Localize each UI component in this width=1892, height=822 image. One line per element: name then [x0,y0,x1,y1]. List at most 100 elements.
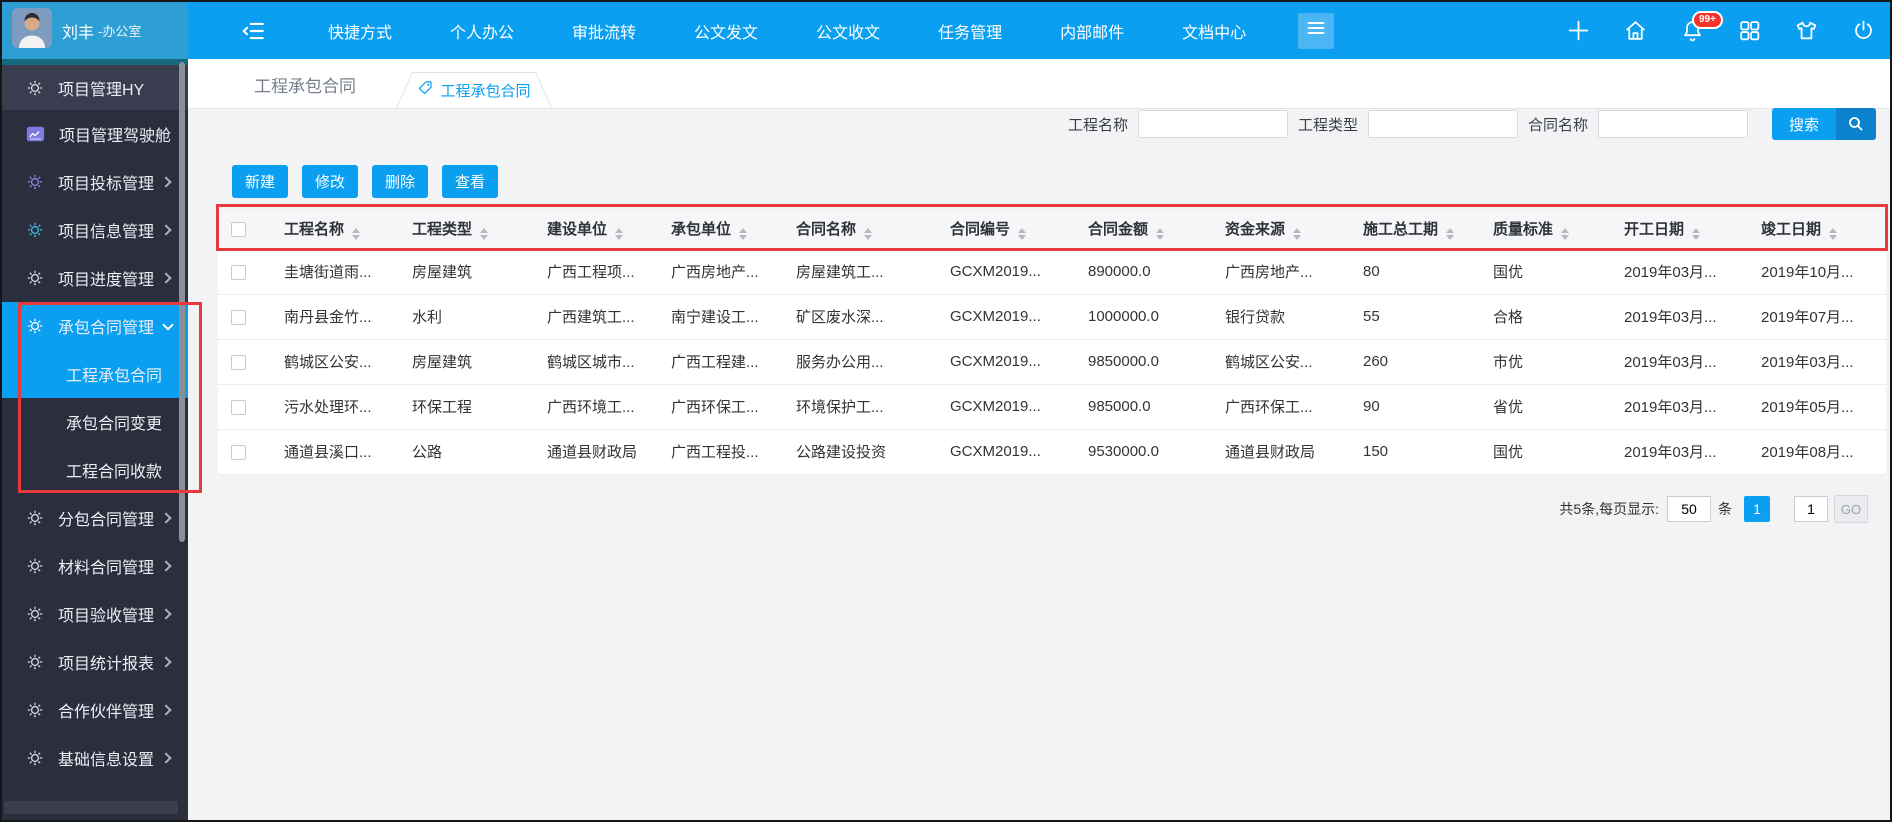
table-row[interactable]: 南丹县金竹...水利 广西建筑工...南宁建设工... 矿区废水深...GCXM… [218,294,1886,339]
sidebar-item-label: 项目信息管理 [58,218,154,242]
row-checkbox[interactable] [231,310,246,325]
sidebar-item-label: 基础信息设置 [58,746,154,770]
search-button-label: 搜索 [1772,108,1836,140]
row-checkbox[interactable] [231,355,246,370]
table-row[interactable]: 鹤城区公安...房屋建筑 鹤城区城市...广西工程建... 服务办公用...GC… [218,339,1886,384]
theme-shirt-icon[interactable] [1794,18,1819,43]
row-checkbox[interactable] [231,445,246,460]
sidebar-item-partner-mgmt[interactable]: 合作伙伴管理 [2,686,188,734]
search-input-contract-name[interactable] [1598,110,1748,138]
menu-item-internal-mail[interactable]: 内部邮件 [1060,19,1124,43]
column-header-contract-amount[interactable]: 合同金额 [1062,210,1199,249]
page-size-input[interactable] [1667,496,1711,522]
sort-icon [1293,228,1301,240]
user-profile[interactable]: 刘丰 -办公室 [2,2,188,59]
column-header-construction-unit[interactable]: 建设单位 [521,210,645,249]
search-input-project-type[interactable] [1368,110,1518,138]
menu-item-personal-office[interactable]: 个人办公 [450,19,514,43]
menu-item-doc-center[interactable]: 文档中心 [1182,19,1246,43]
sidebar-item-material-contract-mgmt[interactable]: 材料合同管理 [2,542,188,590]
chevron-right-icon [160,752,171,763]
sidebar-item-label: 合作伙伴管理 [58,698,154,722]
sidebar-subitem-contract-collection[interactable]: 工程合同收款 [2,446,188,494]
sidebar-nav: 项目管理HY 项目管理驾驶舱 项目投标管理 项目信息管理 项目进度管理 承包合同… [2,59,188,820]
dashboard-icon [26,126,45,142]
app-window: 刘丰 -办公室 快捷方式 个人办公 审批流转 公文发文 公文收文 任务管理 内部… [0,0,1892,822]
sidebar-scrollbar[interactable] [179,62,185,542]
column-header-contract-name[interactable]: 合同名称 [770,210,924,249]
search-icon [1836,108,1876,140]
sidebar-subitem-project-contract[interactable]: 工程承包合同 [2,350,188,398]
notification-badge: 99+ [1692,11,1723,29]
sidebar-item-subcontract-mgmt[interactable]: 分包合同管理 [2,494,188,542]
column-header-contract-no[interactable]: 合同编号 [924,210,1062,249]
column-header-completion-date[interactable]: 竣工日期 [1735,210,1886,249]
goto-page-input[interactable] [1794,496,1828,522]
column-header-start-date[interactable]: 开工日期 [1598,210,1735,249]
avatar [12,8,52,53]
table-row[interactable]: 圭塘街道雨...房屋建筑 广西工程项...广西房地产... 房屋建筑工...GC… [218,249,1886,294]
search-input-project-name[interactable] [1138,110,1288,138]
go-button[interactable]: GO [1834,495,1868,523]
table-row[interactable]: 污水处理环...环保工程 广西环境工...广西环保工... 环境保护工...GC… [218,384,1886,429]
column-header-total-duration[interactable]: 施工总工期 [1337,210,1467,249]
chevron-right-icon [160,704,171,715]
column-header-quality-standard[interactable]: 质量标准 [1467,210,1598,249]
home-icon[interactable] [1623,18,1648,43]
edit-button[interactable]: 修改 [302,165,358,198]
new-button[interactable]: 新建 [232,165,288,198]
sidebar-item-dashboard[interactable]: 项目管理驾驶舱 [2,110,188,158]
notifications-bell-icon[interactable]: 99+ [1680,18,1705,43]
sidebar-item-acceptance-mgmt[interactable]: 项目验收管理 [2,590,188,638]
apps-grid-icon[interactable] [1737,18,1762,43]
column-header-contractor-unit[interactable]: 承包单位 [645,210,770,249]
chevron-right-icon [160,272,171,283]
column-header-fund-source[interactable]: 资金来源 [1199,210,1337,249]
contracts-table: 工程名称 工程类型 建设单位 承包单位 合同名称 合同编号 合同金额 资金来源 … [218,210,1886,475]
top-bar: 刘丰 -办公室 快捷方式 个人办公 审批流转 公文发文 公文收文 任务管理 内部… [2,2,1890,59]
sidebar-item-project-info-mgmt[interactable]: 项目信息管理 [2,206,188,254]
chevron-right-icon [160,512,171,523]
sidebar-item-label: 承包合同变更 [66,410,162,434]
delete-button[interactable]: 删除 [372,165,428,198]
more-menu-button[interactable] [1298,13,1334,49]
sidebar-item-label: 材料合同管理 [58,554,154,578]
select-all-checkbox[interactable] [231,222,246,237]
menu-item-doc-dispatch[interactable]: 公文发文 [694,19,758,43]
sidebar-item-basic-settings[interactable]: 基础信息设置 [2,734,188,782]
view-button[interactable]: 查看 [442,165,498,198]
search-button[interactable]: 搜索 [1772,108,1876,140]
add-icon[interactable] [1566,18,1591,43]
sidebar-subitem-contract-change[interactable]: 承包合同变更 [2,398,188,446]
gear-icon [26,269,44,287]
sidebar-item-bidding-mgmt[interactable]: 项目投标管理 [2,158,188,206]
row-checkbox[interactable] [231,400,246,415]
sidebar-item-progress-mgmt[interactable]: 项目进度管理 [2,254,188,302]
menu-item-shortcuts[interactable]: 快捷方式 [328,19,392,43]
chevron-right-icon [160,656,171,667]
sidebar-item-label: 项目统计报表 [58,650,154,674]
tab-project-contract[interactable]: 工程承包合同 [396,72,552,108]
table-row[interactable]: 通道县溪口...公路 通道县财政局广西工程投... 公路建设投资GCXM2019… [218,429,1886,474]
sidebar-item-project-mgmt-hy[interactable]: 项目管理HY [2,65,188,110]
sidebar-item-statistics-reports[interactable]: 项目统计报表 [2,638,188,686]
sort-icon [1692,228,1700,240]
gear-icon [26,221,44,239]
menu-fold-icon[interactable] [240,18,266,44]
menu-item-doc-receive[interactable]: 公文收文 [816,19,880,43]
sort-icon [864,228,872,240]
menu-item-approval-flow[interactable]: 审批流转 [572,19,636,43]
power-logout-icon[interactable] [1851,18,1876,43]
user-department: -办公室 [98,21,141,40]
sort-icon [1156,228,1164,240]
column-header-project-type[interactable]: 工程类型 [386,210,521,249]
column-header-project-name[interactable]: 工程名称 [258,210,386,249]
sidebar-item-label: 工程承包合同 [66,362,162,386]
search-label-project-type: 工程类型 [1298,114,1358,135]
sidebar-bottom-scrollbar[interactable] [4,801,178,814]
menu-item-task-mgmt[interactable]: 任务管理 [938,19,1002,43]
sidebar-item-contract-mgmt[interactable]: 承包合同管理 [2,302,188,350]
gear-icon [26,509,44,527]
row-checkbox[interactable] [231,265,246,280]
current-page-button[interactable]: 1 [1744,496,1770,522]
